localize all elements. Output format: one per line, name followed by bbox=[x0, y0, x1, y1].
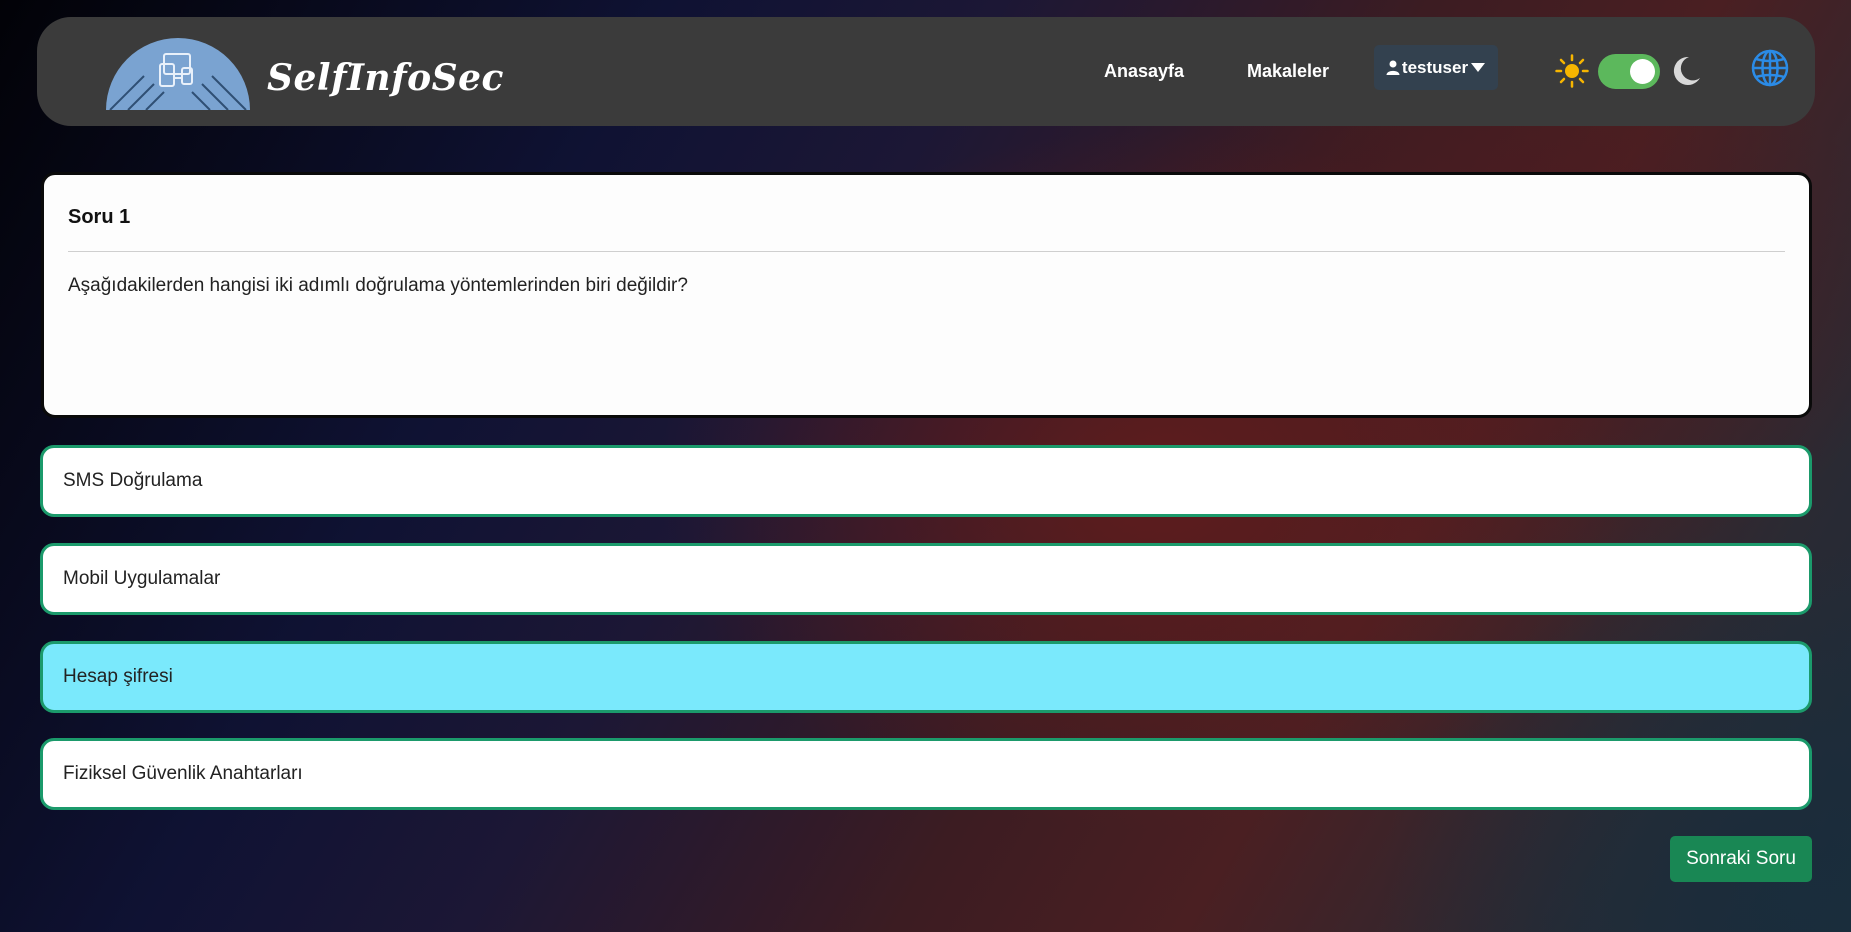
question-divider bbox=[68, 251, 1785, 252]
theme-toggle[interactable] bbox=[1598, 54, 1660, 89]
logo[interactable] bbox=[106, 38, 250, 110]
caret-down-icon bbox=[1471, 63, 1486, 72]
brand-name[interactable]: SelfInfoSec bbox=[267, 57, 504, 99]
nav-link-articles[interactable]: Makaleler bbox=[1247, 61, 1329, 82]
question-card: Soru 1 Aşağıdakilerden hangisi iki adıml… bbox=[41, 172, 1812, 418]
navbar: SelfInfoSec Anasayfa Makaleler testuser bbox=[37, 17, 1815, 126]
theme-toggle-knob bbox=[1630, 59, 1655, 84]
devices-logo-icon bbox=[106, 38, 250, 110]
username-label: testuser bbox=[1401, 57, 1469, 77]
globe-icon[interactable] bbox=[1750, 48, 1790, 88]
moon-icon bbox=[1673, 56, 1700, 85]
question-text: Aşağıdakilerden hangisi iki adımlı doğru… bbox=[68, 275, 688, 296]
user-icon bbox=[1386, 60, 1400, 75]
answer-option-2[interactable]: Mobil Uygulamalar bbox=[40, 543, 1812, 615]
answer-option-4[interactable]: Fiziksel Güvenlik Anahtarları bbox=[40, 738, 1812, 810]
sun-icon bbox=[1555, 54, 1589, 88]
answer-option-3[interactable]: Hesap şifresi bbox=[40, 641, 1812, 713]
question-title: Soru 1 bbox=[68, 206, 131, 228]
answer-option-1[interactable]: SMS Doğrulama bbox=[40, 445, 1812, 517]
next-question-button[interactable]: Sonraki Soru bbox=[1670, 836, 1812, 882]
user-menu-button[interactable]: testuser bbox=[1374, 45, 1498, 90]
nav-link-home[interactable]: Anasayfa bbox=[1104, 61, 1184, 82]
